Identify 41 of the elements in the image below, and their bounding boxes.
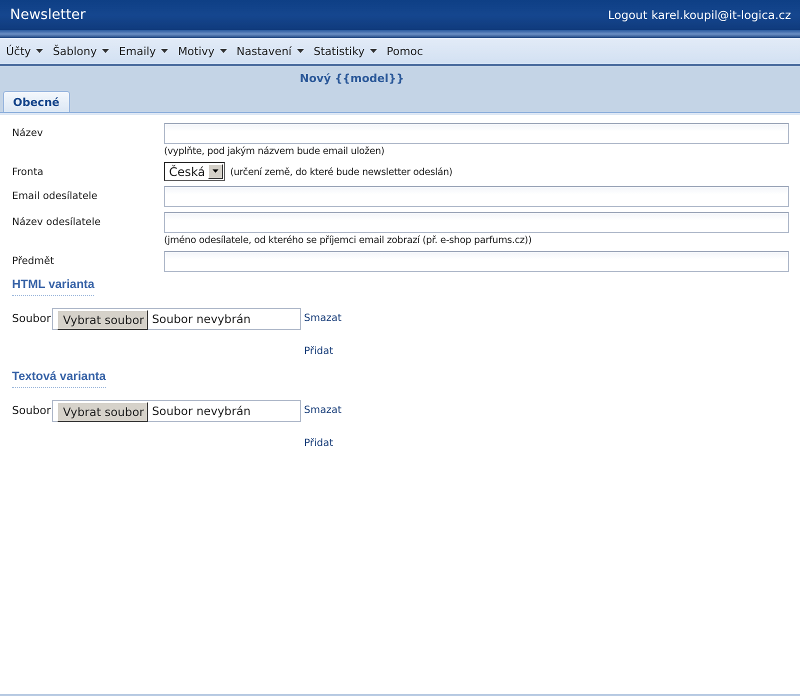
field-hint: (určení země, do které bude newsletter odeslán)	[230, 167, 452, 178]
add-link[interactable]: Přidat	[304, 346, 334, 357]
menu-item[interactable]: Statistiky	[314, 44, 377, 58]
field-label: Fronta	[12, 166, 44, 180]
section-heading: Textová varianta	[12, 369, 106, 388]
menu-item[interactable]: Pomoc	[386, 44, 424, 58]
page-title: Nový {{model}}	[298, 70, 406, 86]
logout-link[interactable]: Logout	[608, 8, 648, 22]
caret-icon	[220, 49, 227, 53]
input-field[interactable]	[164, 186, 789, 207]
delete-link[interactable]: Smazat	[304, 400, 342, 416]
menu-item[interactable]: Šablony	[52, 44, 109, 58]
menu-item[interactable]: Účty	[6, 44, 43, 58]
file-input[interactable]: Vybrat soubor Soubor nevybrán	[52, 400, 301, 422]
menu-item[interactable]: Nastavení	[236, 44, 304, 58]
caret-icon	[160, 49, 168, 53]
caret-icon	[102, 49, 109, 53]
app-title: Newsletter	[10, 7, 86, 23]
caret-icon	[296, 49, 304, 53]
menu-item[interactable]: Emaily	[118, 44, 168, 58]
tab[interactable]: Obecné	[3, 91, 70, 112]
field-label: Soubor	[12, 403, 52, 417]
field-hint: (jméno odesílatele, od kterého se příjemci email zobrazí (př. e-shop parfums.cz))	[164, 235, 533, 246]
field-label: Email odesílatele	[12, 190, 98, 204]
section-heading: HTML varianta	[12, 277, 94, 296]
file-input[interactable]: Vybrat soubor Soubor nevybrán	[52, 308, 301, 330]
input-field[interactable]	[164, 123, 789, 144]
input-field[interactable]	[164, 251, 789, 272]
menu-item[interactable]: Motivy	[178, 44, 227, 58]
field-hint: (vyplňte, pod jakým názvem bude email uložen)	[164, 146, 386, 157]
input-field[interactable]	[164, 212, 789, 233]
field-label: Předmět	[12, 255, 56, 269]
add-link[interactable]: Přidat	[304, 438, 334, 449]
country-select[interactable]: Česká	[164, 162, 226, 181]
field-label: Soubor	[12, 311, 52, 325]
field-label: Název odesílatele	[12, 216, 102, 230]
field-label: Název	[12, 127, 44, 141]
user-email: karel.koupil@it-logica.cz	[651, 8, 791, 22]
caret-icon	[36, 49, 43, 53]
delete-link[interactable]: Smazat	[304, 308, 342, 324]
caret-icon	[370, 49, 377, 53]
